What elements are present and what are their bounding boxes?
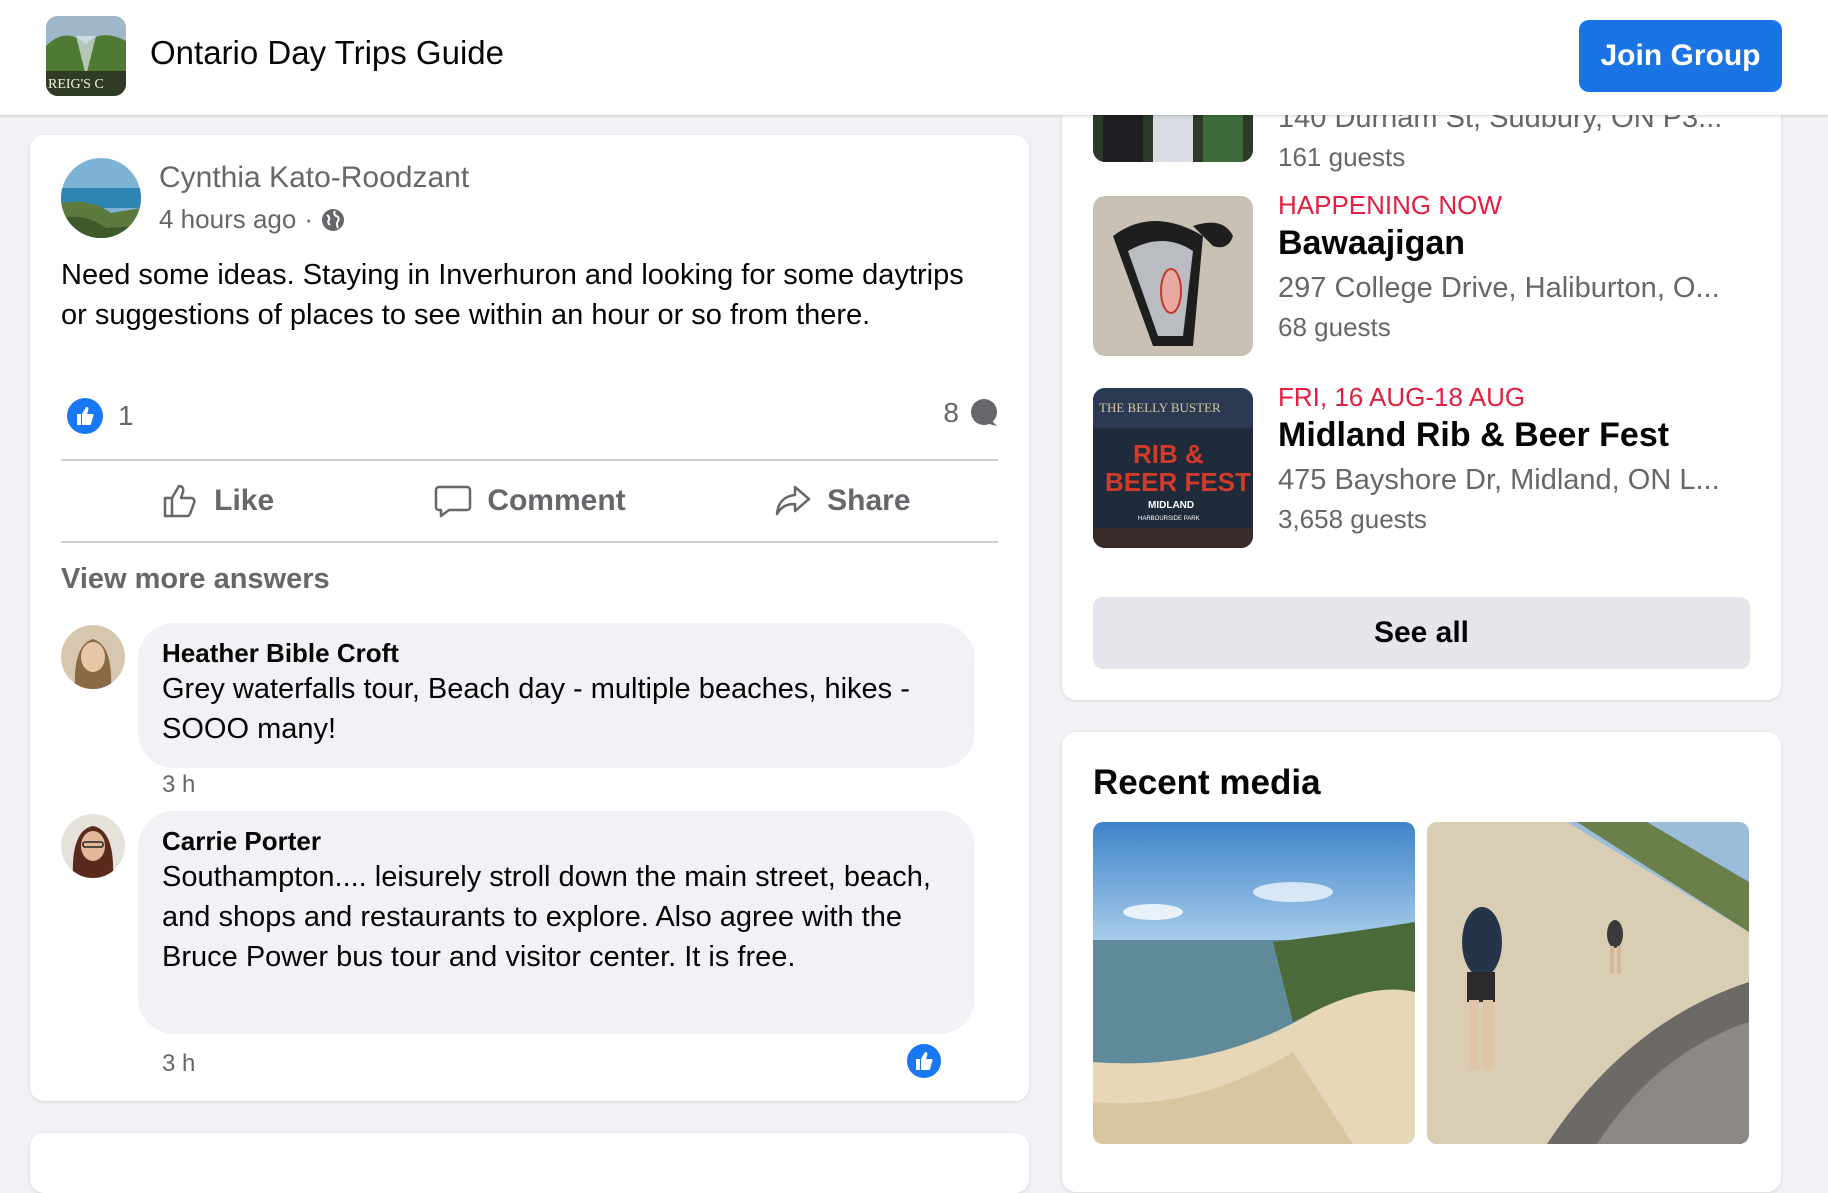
next-post-card: [30, 1133, 1029, 1193]
recent-media-card: Recent media: [1062, 732, 1781, 1192]
actions-bottom-divider: [61, 541, 998, 543]
recent-media-title: Recent media: [1093, 763, 1321, 802]
poster-main-line-2: BEER FEST: [1105, 467, 1251, 497]
share-label: Share: [827, 484, 911, 517]
group-header-bar: REIG'S C Ontario Day Trips Guide Join Gr…: [0, 0, 1828, 115]
comment-text: Southampton.... leisurely stroll down th…: [162, 861, 931, 973]
like-button[interactable]: Like: [61, 461, 373, 541]
like-label: Like: [214, 484, 275, 517]
comment-icon: [433, 481, 473, 521]
comment-bubble: Heather Bible Croft Grey waterfalls tour…: [138, 623, 975, 768]
post-actions-bar: Like Comment Share: [61, 461, 998, 541]
poster-city: MIDLAND: [1148, 500, 1194, 511]
event-location: 297 College Drive, Haliburton, O...: [1278, 272, 1720, 304]
poster-top-text: THE BELLY BUSTER: [1099, 400, 1221, 415]
comment-bubble-icon: [969, 398, 999, 428]
post-card: Cynthia Kato-Roodzant 4 hours ago · Need…: [30, 135, 1029, 1101]
comment-summary[interactable]: 8: [943, 397, 999, 429]
thumbs-up-icon: [160, 481, 200, 521]
comment-like-reaction-icon[interactable]: [905, 1042, 943, 1080]
share-button[interactable]: Share: [686, 461, 998, 541]
thumb-logo-text: REIG'S C: [48, 77, 104, 92]
post-author-name[interactable]: Cynthia Kato-Roodzant: [159, 161, 469, 195]
comment-time[interactable]: 3 h: [162, 1050, 195, 1078]
event-guests: 3,658 guests: [1278, 504, 1427, 534]
join-group-button[interactable]: Join Group: [1579, 20, 1782, 92]
commenter-avatar[interactable]: [61, 625, 125, 689]
view-more-answers-link[interactable]: View more answers: [61, 563, 330, 596]
comment-label: Comment: [487, 484, 626, 517]
post-body-text: Need some ideas. Staying in Inverhuron a…: [61, 259, 964, 331]
event-thumbnail[interactable]: THE BELLY BUSTER RIB & BEER FEST MIDLAND…: [1093, 388, 1253, 548]
post-meta: 4 hours ago ·: [159, 204, 345, 235]
poster-main-line-1: RIB &: [1133, 439, 1204, 469]
reaction-summary[interactable]: 1: [66, 397, 134, 435]
media-photo[interactable]: [1093, 822, 1415, 1144]
like-count: 1: [118, 400, 134, 431]
media-photo[interactable]: [1427, 822, 1749, 1144]
event-date: HAPPENING NOW: [1278, 190, 1502, 220]
poster-venue: HARBOURSIDE PARK: [1138, 516, 1200, 522]
event-guests: 68 guests: [1278, 312, 1391, 342]
commenter-name[interactable]: Heather Bible Croft: [162, 637, 951, 669]
commenter-name[interactable]: Carrie Porter: [162, 825, 951, 857]
group-cover-thumbnail[interactable]: REIG'S C: [46, 16, 126, 96]
event-guests: 161 guests: [1278, 142, 1406, 172]
group-name[interactable]: Ontario Day Trips Guide: [150, 34, 504, 72]
comment-text: Grey waterfalls tour, Beach day - multip…: [162, 673, 910, 745]
comment-button[interactable]: Comment: [373, 461, 685, 541]
event-thumbnail[interactable]: [1093, 196, 1253, 356]
author-avatar[interactable]: [61, 158, 141, 238]
post-time[interactable]: 4 hours ago: [159, 204, 296, 235]
upcoming-events-card: 140 Durham St, Sudbury, ON P3... 161 gue…: [1062, 54, 1781, 700]
comment-time[interactable]: 3 h: [162, 771, 195, 799]
meta-separator: ·: [304, 204, 313, 234]
comment-bubble: Carrie Porter Southampton.... leisurely …: [138, 811, 975, 1034]
event-title[interactable]: Bawaajigan: [1278, 224, 1465, 263]
commenter-avatar[interactable]: [61, 814, 125, 878]
event-title[interactable]: Midland Rib & Beer Fest: [1278, 416, 1669, 455]
globe-icon: [321, 208, 345, 232]
see-all-events-button[interactable]: See all: [1093, 597, 1750, 669]
comment-count: 8: [943, 397, 959, 428]
event-date: FRI, 16 AUG-18 AUG: [1278, 382, 1526, 412]
share-icon: [773, 481, 813, 521]
event-location: 475 Bayshore Dr, Midland, ON L...: [1278, 464, 1720, 496]
like-reaction-icon: [66, 397, 104, 435]
